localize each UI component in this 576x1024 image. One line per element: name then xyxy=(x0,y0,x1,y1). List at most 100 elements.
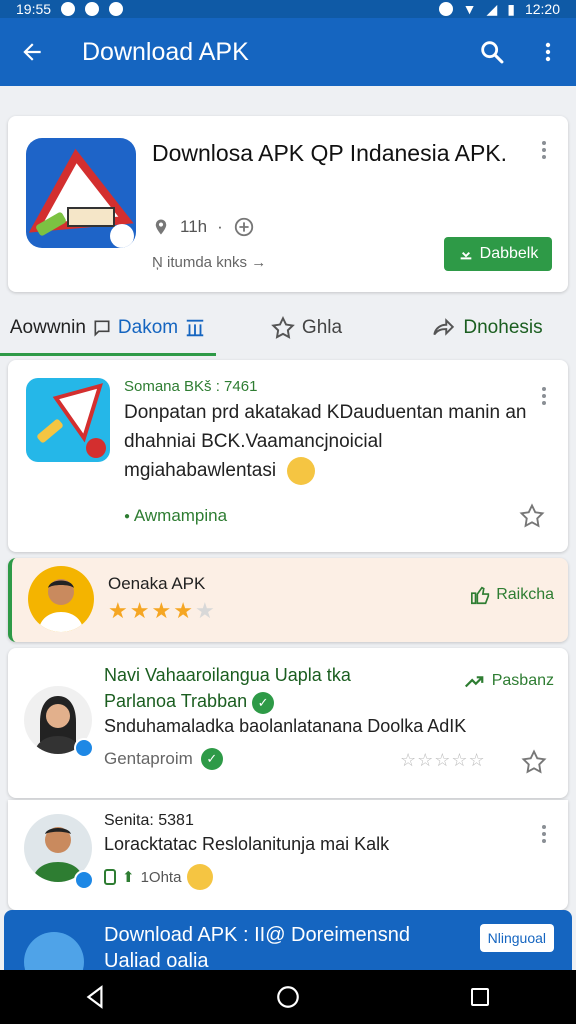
review-card[interactable]: Navi Vahaaroilangua Uapla tka Parlanoa T… xyxy=(8,648,568,798)
star-filled-icon: ★ xyxy=(173,598,193,623)
banner-button[interactable]: Nlinguoal xyxy=(479,924,554,952)
location-pin-icon xyxy=(155,219,167,235)
like-button-label: Raikcha xyxy=(496,586,554,603)
star-filled-icon: ★ xyxy=(151,598,172,623)
post-card[interactable]: Somana BKš : 7461 Donpatan prd akatakad … xyxy=(8,360,568,552)
review-star-rating[interactable]: ☆☆☆☆☆ xyxy=(400,750,486,771)
promo-banner[interactable]: Download APK : II@ Doreimensnd Ualiad oa… xyxy=(4,910,572,970)
page-title: Download APK xyxy=(82,37,249,66)
tab-download-label: Aowwnin xyxy=(9,317,86,338)
more-vert-icon xyxy=(545,42,551,62)
comment-body: Loracktatac Reslolanitunja mai Kalk xyxy=(104,834,390,854)
review-footer: Gentaproim ✓ xyxy=(104,748,223,770)
search-icon xyxy=(481,41,504,64)
bar-chart-icon xyxy=(186,319,204,337)
back-button[interactable] xyxy=(0,18,64,86)
notification-icon xyxy=(85,2,100,16)
app-icon xyxy=(26,138,136,248)
status-bar: 19:55 ▼ ◢ ▮ 12:20 xyxy=(0,0,576,18)
search-button[interactable] xyxy=(464,18,520,86)
tab-rating[interactable]: Ghla xyxy=(216,300,396,356)
separator: · xyxy=(217,217,223,236)
notification-icon xyxy=(109,2,124,16)
wifi-icon: ▼ xyxy=(462,1,477,17)
comment-card[interactable]: Senita: 5381 Loracktatac Reslolanitunja … xyxy=(8,800,568,910)
tab-download[interactable]: Aowwnin Dakom xyxy=(0,300,216,356)
star-filled-icon: ★ xyxy=(129,598,150,623)
rating-stars: ★ ★ ★ ★ ★ xyxy=(108,600,215,622)
rating-author: Oenaka APK xyxy=(108,574,206,593)
share-icon xyxy=(433,318,455,336)
post-more-icon[interactable] xyxy=(532,384,556,408)
avatar xyxy=(28,566,94,632)
app-subtitle: Ņ itumda knks → xyxy=(152,254,267,271)
chat-icon xyxy=(94,320,110,337)
upvote-icon: ⬆ xyxy=(122,869,135,886)
signal-icon: ◢ xyxy=(486,0,498,17)
tab-discussion-label: Dnohesis xyxy=(463,317,543,338)
review-title: Navi Vahaaroilangua Uapla tka Parlanoa T… xyxy=(104,662,404,714)
emoji-icon xyxy=(187,864,214,890)
app-logo-icon xyxy=(37,383,106,458)
app-card[interactable]: Downlosa APK QP Indanesia APK. 11h · Ņ i… xyxy=(8,116,568,292)
tab-rating-label: Ghla xyxy=(301,317,343,338)
trending-button[interactable]: Pasbanz xyxy=(462,670,554,692)
nav-back-button[interactable] xyxy=(66,970,126,1024)
app-meta: 11h · xyxy=(152,216,255,238)
tab-bar: Aowwnin Dakom Ghla Dnohesis xyxy=(0,300,576,356)
add-circle-icon xyxy=(234,217,253,237)
comment-more-icon[interactable] xyxy=(532,822,556,846)
download-icon xyxy=(460,248,471,260)
battery-icon: ▮ xyxy=(507,0,515,17)
review-footer-text: Gentaproim xyxy=(104,749,193,768)
app-name: Downlosa APK QP Indanesia APK. xyxy=(152,140,508,166)
sync-icon xyxy=(438,2,453,16)
verified-badge-icon xyxy=(74,870,94,890)
banner-app-icon xyxy=(24,932,84,970)
post-author: Somana BKš : 7461 xyxy=(124,378,258,395)
status-time: 19:55 xyxy=(16,1,52,17)
trending-button-label: Pasbanz xyxy=(491,672,554,689)
post-tag[interactable]: ● Awmampina xyxy=(124,506,227,526)
notification-icon xyxy=(61,2,76,16)
pin-icon[interactable] xyxy=(518,502,546,530)
thumbs-up-icon xyxy=(471,586,490,605)
nav-back-icon xyxy=(86,985,103,1009)
system-nav-bar xyxy=(0,970,576,1024)
overflow-menu-button[interactable] xyxy=(520,18,576,86)
review-body: Snduhamaladka baolanlatanana Doolka AdIK xyxy=(104,716,467,736)
comment-footer-text: 1Ohta xyxy=(140,868,182,886)
status-time-right: 12:20 xyxy=(524,1,560,17)
nav-recents-button[interactable] xyxy=(450,970,510,1024)
verified-check-icon: ✓ xyxy=(252,692,275,714)
comment-author: Senita: 5381 xyxy=(104,812,194,829)
star-empty-icon: ★ xyxy=(194,598,215,623)
app-logo-icon xyxy=(28,148,134,248)
arrow-back-icon xyxy=(23,43,41,61)
app-card-more-icon[interactable] xyxy=(532,138,556,162)
post-body: Donpatan prd akatakad KDauduentan manin … xyxy=(124,398,534,485)
verified-badge-icon xyxy=(74,738,94,758)
comment-footer: ⬆ 1Ohta xyxy=(104,864,214,890)
banner-text: Download APK : II@ Doreimensnd Ualiad oa… xyxy=(104,924,411,970)
nav-home-button[interactable] xyxy=(258,970,318,1024)
tab-discussion[interactable]: Dnohesis xyxy=(396,300,576,356)
download-button-label: Dabbelk xyxy=(479,245,539,262)
app-size: 11h xyxy=(180,217,208,236)
post-text: Donpatan prd akatakad KDauduentan manin … xyxy=(124,402,527,481)
star-outline-icon[interactable] xyxy=(520,748,548,776)
nav-recents-icon xyxy=(471,988,489,1006)
app-bar: Download APK xyxy=(0,18,576,86)
trending-up-icon xyxy=(464,676,484,688)
download-button[interactable]: Dabbelk xyxy=(444,237,552,271)
bullet-icon: ● xyxy=(124,511,131,523)
emoji-icon xyxy=(287,456,316,485)
post-tag-label: Awmampina xyxy=(133,506,228,525)
shield-icon xyxy=(104,869,116,885)
person-avatar-icon xyxy=(38,579,84,632)
review-title-text: Navi Vahaaroilangua Uapla tka Parlanoa T… xyxy=(104,665,351,711)
nav-home-icon xyxy=(277,986,299,1008)
check-circle-icon: ✓ xyxy=(200,748,223,770)
like-button[interactable]: Raikcha xyxy=(470,584,554,606)
rating-card[interactable]: Oenaka APK ★ ★ ★ ★ ★ Raikcha xyxy=(8,558,568,642)
